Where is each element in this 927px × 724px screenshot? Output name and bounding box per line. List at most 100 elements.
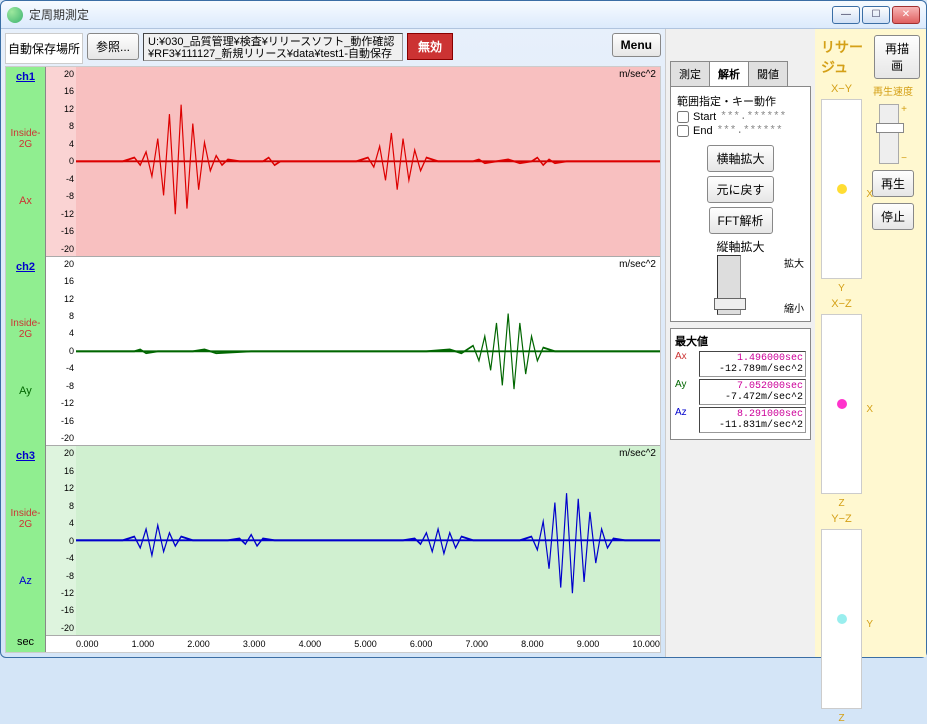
xz-title: X−Z xyxy=(821,298,862,310)
ch1-waveform xyxy=(76,67,660,256)
lissajous-xy[interactable]: X xyxy=(821,99,862,279)
close-button[interactable]: ✕ xyxy=(892,6,920,24)
xz-xlabel: Z xyxy=(821,498,862,509)
max-az-label: Az xyxy=(675,407,695,418)
stop-button[interactable]: 停止 xyxy=(872,203,914,230)
plot-ch1[interactable]: 201612840-4-8-12-16-20 m/sec^2 xyxy=(46,67,660,257)
speed-label: 再生速度 xyxy=(873,83,913,98)
fft-button[interactable]: FFT解析 xyxy=(709,207,773,234)
start-checkbox[interactable] xyxy=(677,111,689,123)
tab-analyze[interactable]: 解析 xyxy=(709,61,749,86)
channel-labels-column: ch1 Inside-2G Ax ch2 Inside-2G Ay ch3 In… xyxy=(6,67,46,652)
max-title: 最大値 xyxy=(675,333,806,349)
plots-column: 201612840-4-8-12-16-20 m/sec^2 201612840… xyxy=(46,67,660,652)
play-controls: 再生速度 + − 再生 停止 xyxy=(866,83,920,724)
speed-slider[interactable] xyxy=(879,104,899,164)
chart-area: ch1 Inside-2G Ax ch2 Inside-2G Ay ch3 In… xyxy=(5,66,661,653)
xy-xlabel: Y xyxy=(821,283,862,294)
ch2-inside: Inside-2G xyxy=(6,318,45,340)
autosave-path: U:¥030_品質管理¥検査¥リリースソフト_動作確認¥RF3¥111127_新… xyxy=(143,33,403,61)
minus-icon: − xyxy=(901,153,907,164)
plus-icon: + xyxy=(901,104,907,115)
max-ax-value: 1.496000sec -12.789m/sec^2 xyxy=(699,351,806,377)
tab-threshold[interactable]: 閾値 xyxy=(748,61,788,86)
vzoom-box: 縦軸拡大 拡大 縮小 xyxy=(677,238,804,315)
ch1-name[interactable]: ch1 xyxy=(6,71,45,83)
xy-title: X−Y xyxy=(821,83,862,95)
lissajous-yz[interactable]: Y xyxy=(821,529,862,709)
hzoom-button[interactable]: 横軸拡大 xyxy=(707,145,773,172)
vzoom-thumb[interactable] xyxy=(714,298,746,310)
yz-dot xyxy=(837,614,847,624)
end-label: End xyxy=(693,125,713,137)
autosave-label: 自動保存場所 xyxy=(5,33,83,64)
ch2-yaxis: 201612840-4-8-12-16-20 xyxy=(46,257,76,446)
maximize-button[interactable]: ☐ xyxy=(862,6,890,24)
app-icon xyxy=(7,7,23,23)
ch2-name[interactable]: ch2 xyxy=(6,261,45,273)
ch3-yaxis: 201612840-4-8-12-16-20 xyxy=(46,446,76,635)
end-checkbox[interactable] xyxy=(677,125,689,137)
invalid-badge: 無効 xyxy=(407,33,453,60)
x-axis: 0.0001.0002.0003.0004.0005.0006.0007.000… xyxy=(46,636,660,652)
yz-title: Y−Z xyxy=(821,513,862,525)
window-title: 定周期測定 xyxy=(29,6,832,23)
max-ay-value: 7.052000sec -7.472m/sec^2 xyxy=(699,379,806,405)
right-pane: リサージュ 再描画 X−Y X Y X−Z X Z xyxy=(815,29,926,657)
sec-label: sec xyxy=(6,636,45,652)
lissajous-header: リサージュ 再描画 xyxy=(821,35,920,79)
vzoom-slider[interactable] xyxy=(717,255,741,315)
vzoom-title: 縦軸拡大 xyxy=(677,238,804,255)
menu-button[interactable]: Menu xyxy=(612,33,661,57)
ch2-waveform xyxy=(76,257,660,446)
tabs: 測定 解析 閾値 xyxy=(670,61,811,87)
tab-measure[interactable]: 測定 xyxy=(670,61,710,86)
ch3-waveform xyxy=(76,446,660,635)
xy-dot xyxy=(837,184,847,194)
xz-dot xyxy=(837,399,847,409)
lissajous-wrap: X−Y X Y X−Z X Z Y−Z Y xyxy=(821,83,920,724)
yz-ylabel: Y xyxy=(866,619,873,630)
range-title: 範囲指定・キー動作 xyxy=(677,93,804,109)
max-ay-label: Ay xyxy=(675,379,695,390)
ch3-name[interactable]: ch3 xyxy=(6,450,45,462)
plot-ch3[interactable]: 201612840-4-8-12-16-20 m/sec^2 xyxy=(46,446,660,636)
ch2-labels: ch2 Inside-2G Ay xyxy=(6,257,45,447)
ch3-labels: ch3 Inside-2G Az xyxy=(6,446,45,636)
mid-pane: 測定 解析 閾値 範囲指定・キー動作 Start ***.****** End … xyxy=(665,29,815,657)
content: 自動保存場所 参照... U:¥030_品質管理¥検査¥リリースソフト_動作確認… xyxy=(1,29,926,657)
ch2-axis: Ay xyxy=(6,385,45,397)
left-pane: 自動保存場所 参照... U:¥030_品質管理¥検査¥リリースソフト_動作確認… xyxy=(1,29,665,657)
xz-ylabel: X xyxy=(866,404,873,415)
analyze-panel: 範囲指定・キー動作 Start ***.****** End ***.*****… xyxy=(670,87,811,322)
ch1-yaxis: 201612840-4-8-12-16-20 xyxy=(46,67,76,256)
lissajous-column: X−Y X Y X−Z X Z Y−Z Y xyxy=(821,83,862,724)
xy-ylabel: X xyxy=(866,189,873,200)
ch3-axis: Az xyxy=(6,575,45,587)
ch1-inside: Inside-2G xyxy=(6,128,45,150)
redraw-button[interactable]: 再描画 xyxy=(874,35,920,79)
play-button[interactable]: 再生 xyxy=(872,170,914,197)
toolbar: 自動保存場所 参照... U:¥030_品質管理¥検査¥リリースソフト_動作確認… xyxy=(5,33,661,64)
reset-button[interactable]: 元に戻す xyxy=(707,176,773,203)
speed-thumb[interactable] xyxy=(876,123,904,133)
ch1-axis: Ax xyxy=(6,195,45,207)
lissajous-xz[interactable]: X xyxy=(821,314,862,494)
vzoom-out-label: 縮小 xyxy=(784,300,804,315)
yz-xlabel: Z xyxy=(821,713,862,724)
start-label: Start xyxy=(693,111,716,123)
analyze-buttons: 横軸拡大 元に戻す FFT解析 xyxy=(677,145,804,234)
range-fieldset: 範囲指定・キー動作 Start ***.****** End ***.*****… xyxy=(677,93,804,137)
window: 定周期測定 — ☐ ✕ 自動保存場所 参照... U:¥030_品質管理¥検査¥… xyxy=(0,0,927,658)
plot-ch2[interactable]: 201612840-4-8-12-16-20 m/sec^2 xyxy=(46,257,660,447)
max-values-box: 最大値 Ax 1.496000sec -12.789m/sec^2 Ay 7.0… xyxy=(670,328,811,440)
start-value: ***.****** xyxy=(720,111,786,123)
lissajous-title: リサージュ xyxy=(821,37,874,77)
max-az-value: 8.291000sec -11.831m/sec^2 xyxy=(699,407,806,433)
browse-button[interactable]: 参照... xyxy=(87,33,139,60)
ch3-inside: Inside-2G xyxy=(6,508,45,530)
max-ax-label: Ax xyxy=(675,351,695,362)
end-value: ***.****** xyxy=(717,125,783,137)
minimize-button[interactable]: — xyxy=(832,6,860,24)
window-controls: — ☐ ✕ xyxy=(832,6,920,24)
